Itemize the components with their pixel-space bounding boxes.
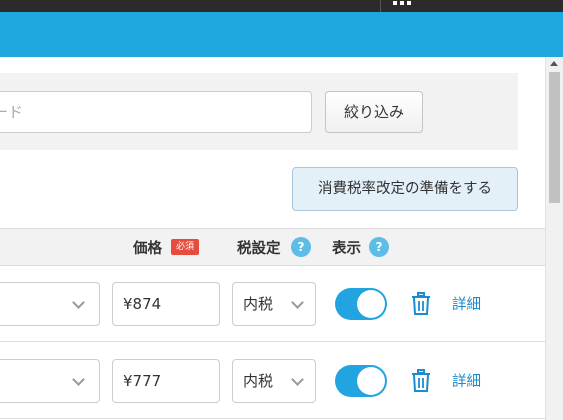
table-row: ¥874 内税 詳細 — [0, 265, 545, 342]
detail-link[interactable]: 詳細 — [452, 293, 481, 314]
scrollbar-thumb[interactable] — [549, 72, 560, 203]
prepare-tax-rate-change-button[interactable]: 消費税率改定の準備をする — [292, 167, 518, 211]
chevron-down-icon — [291, 296, 304, 309]
header-tax-setting: 税設定 — [237, 241, 281, 257]
top-system-bar — [0, 0, 563, 12]
filter-button[interactable]: 絞り込み — [325, 91, 423, 133]
tax-select-value: 内税 — [243, 295, 274, 313]
trash-icon[interactable] — [411, 369, 431, 393]
price-input[interactable]: ¥874 — [112, 282, 220, 326]
display-toggle[interactable] — [335, 365, 387, 397]
app-header-bar — [0, 12, 563, 57]
apps-grid-icon[interactable] — [393, 0, 411, 6]
trash-icon[interactable] — [411, 292, 431, 316]
variant-select[interactable] — [0, 282, 100, 326]
detail-link[interactable]: 詳細 — [452, 370, 481, 391]
header-price: 価格 — [133, 241, 162, 257]
required-badge: 必須 — [171, 239, 199, 255]
vertical-scrollbar[interactable] — [545, 57, 563, 420]
chevron-down-icon — [291, 373, 304, 386]
keyword-input[interactable]: ード — [0, 91, 312, 133]
tax-select[interactable]: 内税 — [232, 359, 316, 403]
filter-panel: ード 絞り込み — [0, 73, 518, 150]
display-toggle[interactable] — [335, 288, 387, 320]
tax-select-value: 内税 — [243, 372, 274, 390]
chevron-down-icon — [72, 373, 85, 386]
toggle-knob — [357, 290, 385, 318]
variant-select[interactable] — [0, 359, 100, 403]
table-header: 価格 必須 税設定 ? 表示 ? — [0, 228, 545, 266]
header-display: 表示 — [332, 241, 361, 257]
scroll-up-arrow-icon[interactable] — [550, 61, 558, 66]
price-input[interactable]: ¥777 — [112, 359, 220, 403]
tax-help-icon[interactable]: ? — [291, 237, 311, 257]
keyword-placeholder: ード — [0, 103, 23, 121]
display-help-icon[interactable]: ? — [369, 237, 389, 257]
table-row: ¥777 内税 詳細 — [0, 342, 545, 419]
chevron-down-icon — [72, 296, 85, 309]
toggle-knob — [357, 367, 385, 395]
main-content: ード 絞り込み 消費税率改定の準備をする 価格 必須 税設定 ? 表示 ? ¥8… — [0, 57, 545, 420]
tax-select[interactable]: 内税 — [232, 282, 316, 326]
top-bar-divider — [380, 0, 381, 12]
